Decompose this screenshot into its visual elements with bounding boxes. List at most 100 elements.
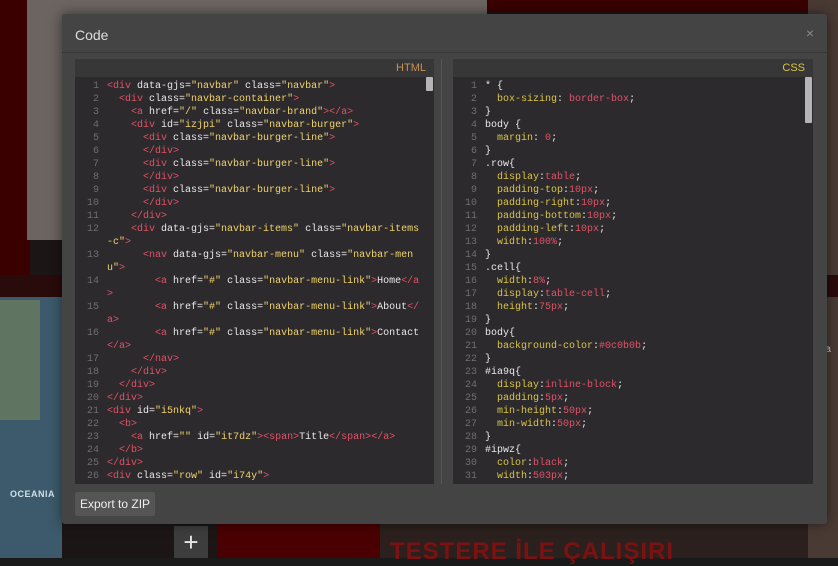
line-number: 12: [464, 224, 477, 235]
line-text: </div>: [107, 393, 144, 404]
line-text: <nav data-gjs="navbar-menu" class="navba…: [107, 250, 414, 274]
line-number: 24: [86, 445, 99, 456]
panel-divider: [441, 59, 442, 484]
line-text: <a href="/" class="navbar-brand"></a>: [131, 107, 354, 118]
line-number: 29: [464, 445, 477, 456]
css-code-line: 22}: [453, 353, 803, 366]
line-text: <div data-gjs="navbar" class="navbar">: [107, 81, 336, 92]
line-text: width:100%;: [497, 237, 564, 248]
html-code-line: 18 </div>: [75, 366, 424, 379]
line-text: <div class="navbar-burger-line">: [143, 159, 336, 170]
css-scroll-thumb[interactable]: [805, 77, 812, 123]
line-text: <b>: [119, 419, 138, 430]
line-number: 5: [470, 133, 477, 144]
line-text: padding-right:10px;: [497, 198, 612, 209]
close-icon[interactable]: ×: [806, 25, 814, 41]
map-land: [0, 300, 40, 420]
css-code-line: 11 padding-bottom:10px;: [453, 210, 803, 223]
line-number: 14: [86, 276, 99, 287]
css-code-line: 14}: [453, 249, 803, 262]
line-text: .row{: [485, 159, 516, 170]
export-zip-button[interactable]: Export to ZIP: [75, 492, 156, 516]
html-code-line: 14 <a href="#" class="navbar-menu-link">…: [75, 275, 424, 301]
css-code-line: 19}: [453, 314, 803, 327]
line-number: 1: [92, 81, 99, 92]
css-code-line: 15 .cell{: [453, 262, 803, 275]
line-text: <div data-gjs="navbar-items" class="navb…: [107, 224, 420, 248]
line-number: 2: [92, 94, 99, 105]
line-number: 12: [86, 224, 99, 235]
html-scroll-thumb[interactable]: [426, 77, 433, 91]
html-code-lines: 1 <div data-gjs="navbar" class="navbar"> 2…: [75, 80, 424, 483]
line-text: <div class="navbar-container">: [119, 94, 300, 105]
line-text: }: [485, 250, 492, 261]
modal-title: Code: [75, 27, 109, 43]
code-modal: Code × HTML 1 <div data-gjs="navbar" clas…: [62, 14, 827, 524]
line-number: 5: [92, 133, 99, 144]
html-code-line: 24 </b>: [75, 444, 424, 457]
html-code-line: 12 <div data-gjs="navbar-items" class="n…: [75, 223, 424, 249]
line-text: .cell{: [485, 263, 522, 274]
line-number: 4: [92, 120, 99, 131]
css-code-line: 10 padding-right:10px;: [453, 197, 803, 210]
html-code-line: 15 <a href="#" class="navbar-menu-link">…: [75, 301, 424, 327]
line-text: display:table-cell;: [497, 289, 612, 300]
line-number: 6: [470, 146, 477, 157]
line-number: 16: [464, 276, 477, 287]
line-number: 16: [86, 328, 99, 339]
line-number: 26: [464, 406, 477, 417]
line-number: 6: [92, 146, 99, 157]
line-number: 8: [470, 172, 477, 183]
line-text: <a href="" id="it7dz"><span>Title</span>…: [131, 432, 396, 443]
line-number: 7: [92, 159, 99, 170]
line-text: padding-bottom:10px;: [497, 211, 618, 222]
css-code-lines: 1 * {2 box-sizing: border-box; 3} 4 body {5 …: [453, 80, 803, 483]
line-number: 20: [464, 328, 477, 339]
css-code-editor[interactable]: 1 * {2 box-sizing: border-box; 3} 4 body {5 …: [453, 77, 813, 484]
line-number: 22: [86, 419, 99, 430]
line-number: 25: [86, 458, 99, 469]
line-text: }: [485, 354, 492, 365]
css-code-line: 12 padding-left:10px;: [453, 223, 803, 236]
map-zoom-in-button[interactable]: +: [174, 526, 208, 558]
line-text: display:inline-block;: [497, 380, 624, 391]
line-number: 23: [86, 432, 99, 443]
html-code-line: 7 <div class="navbar-burger-line">: [75, 158, 424, 171]
html-code-line: 9 <div class="navbar-burger-line">: [75, 184, 424, 197]
line-text: padding-left:10px;: [497, 224, 606, 235]
line-number: 26: [86, 471, 99, 482]
line-text: }: [485, 146, 492, 157]
css-code-line: 20 body{: [453, 327, 803, 340]
line-text: min-width:50px;: [497, 419, 588, 430]
line-text: }: [485, 432, 492, 443]
line-number: 15: [464, 263, 477, 274]
line-number: 8: [92, 172, 99, 183]
html-code-editor[interactable]: 1 <div data-gjs="navbar" class="navbar"> 2…: [75, 77, 434, 484]
html-code-line: 5 <div class="navbar-burger-line">: [75, 132, 424, 145]
line-number: 9: [92, 185, 99, 196]
html-scrollbar[interactable]: [425, 77, 434, 484]
line-number: 4: [470, 120, 477, 131]
line-text: </nav>: [143, 354, 180, 365]
html-code-line: 25 </div>: [75, 457, 424, 470]
line-text: min-height:50px;: [497, 406, 594, 417]
line-text: body {: [485, 120, 522, 131]
line-number: 28: [464, 432, 477, 443]
line-number: 3: [470, 107, 477, 118]
line-text: box-sizing: border-box;: [497, 94, 636, 105]
line-number: 19: [464, 315, 477, 326]
line-text: <div class="navbar-burger-line">: [143, 133, 336, 144]
css-scrollbar[interactable]: [804, 77, 813, 484]
line-number: 23: [464, 367, 477, 378]
line-number: 2: [470, 94, 477, 105]
html-code-line: 4 <div id="izjpi" class="navbar-burger">: [75, 119, 424, 132]
line-number: 21: [86, 406, 99, 417]
html-code-panel: HTML 1 <div data-gjs="navbar" class="navb…: [75, 59, 434, 484]
css-code-line: 26 min-height:50px;: [453, 405, 803, 418]
line-text: background-color:#0c0b0b;: [497, 341, 648, 352]
html-code-line: 6 </div>: [75, 145, 424, 158]
css-code-line: 8 display:table;: [453, 171, 803, 184]
line-number: 20: [86, 393, 99, 404]
css-code-line: 16 width:8%;: [453, 275, 803, 288]
css-code-line: 5 margin: 0;: [453, 132, 803, 145]
